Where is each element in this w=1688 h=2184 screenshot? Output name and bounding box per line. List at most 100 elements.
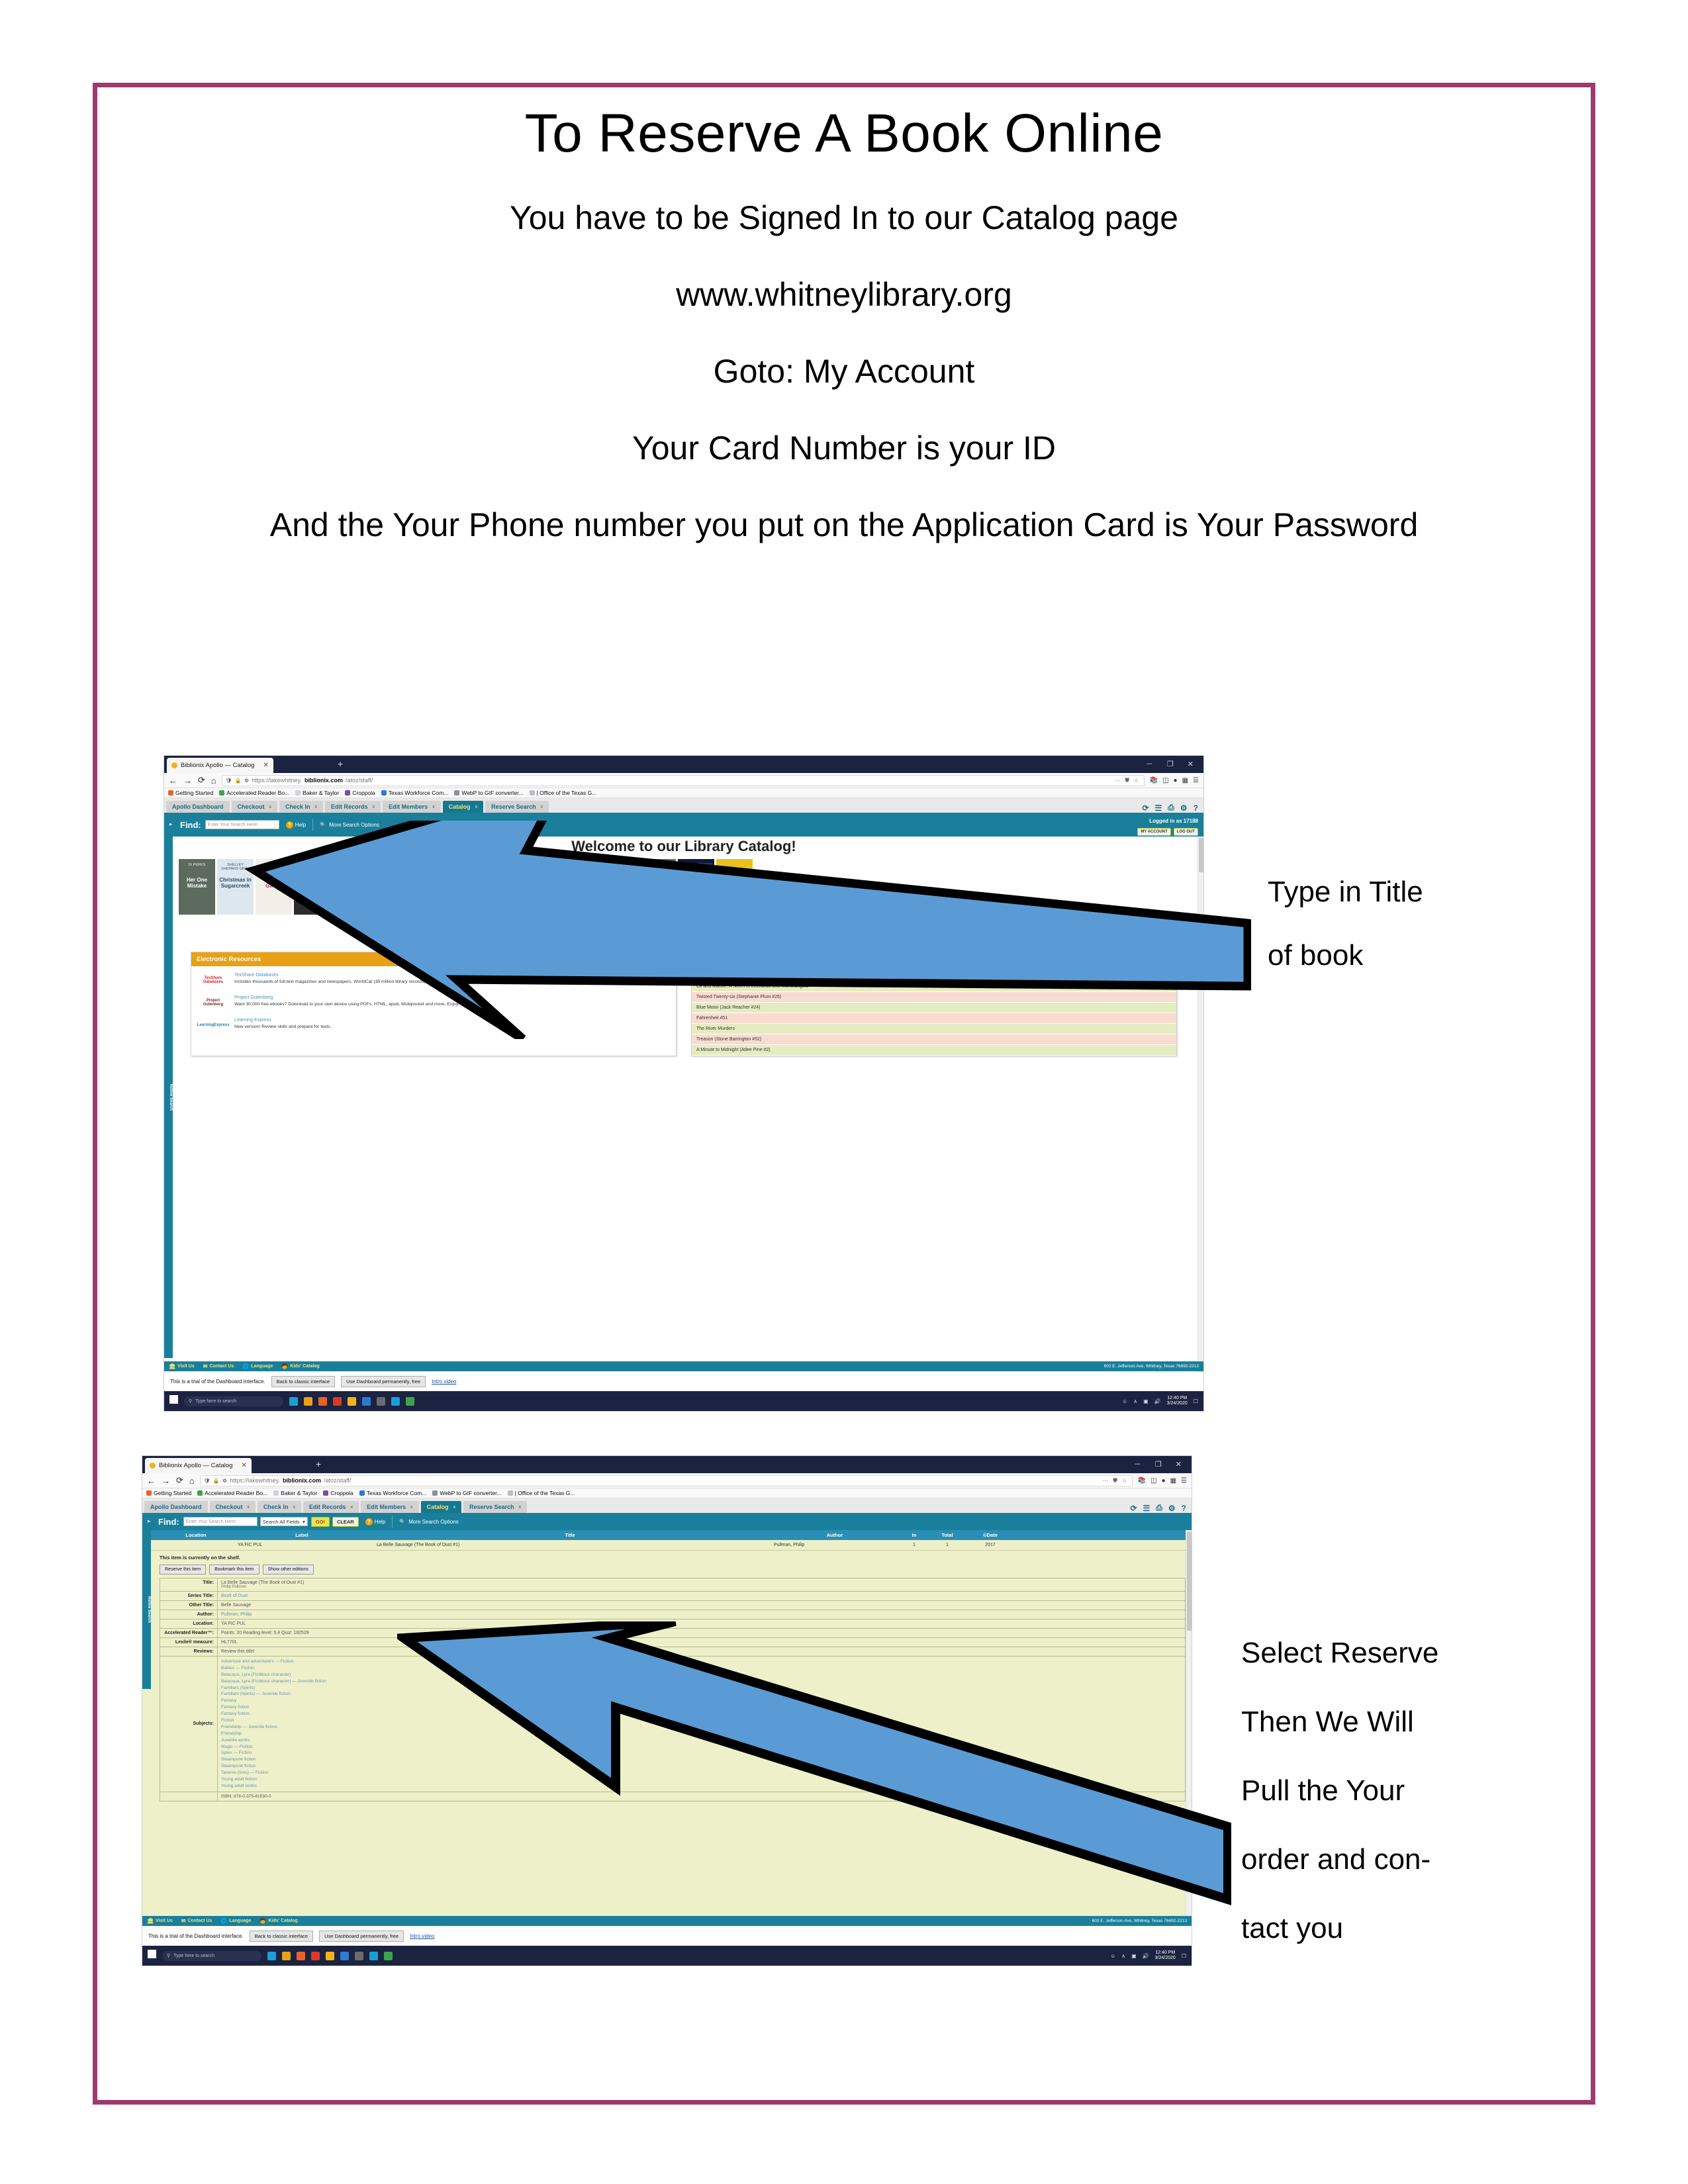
- bookmark-item[interactable]: Croppola: [323, 1490, 353, 1496]
- help-link-2[interactable]: ? Help: [365, 1518, 385, 1525]
- taskbar-search[interactable]: ⚲ Type here to search: [162, 1950, 261, 1961]
- taskbar-app-icon[interactable]: [362, 1396, 371, 1406]
- printer-icon[interactable]: ⎙: [1168, 803, 1174, 813]
- taskbar-app-icon[interactable]: [377, 1396, 385, 1406]
- bookmark-item[interactable]: Baker & Taylor: [273, 1490, 317, 1496]
- column-header[interactable]: Location: [160, 1532, 232, 1538]
- record-action-buttons[interactable]: Reserve this item Bookmark this item Show …: [142, 1565, 1192, 1578]
- url-actions-2[interactable]: ⋯ ⛊ ☆: [1103, 1477, 1129, 1484]
- forward-icon[interactable]: →: [162, 1476, 170, 1486]
- bookmark-item[interactable]: Accelerated Reader Bo...: [219, 790, 289, 796]
- app-tab-edit-records[interactable]: Edit Records x: [325, 801, 381, 813]
- whats-hot-item[interactable]: Fahrenheit 451: [692, 1013, 1176, 1024]
- forward-icon[interactable]: →: [183, 776, 192, 786]
- bookmark-item[interactable]: WebP to GIF converter...: [454, 790, 524, 796]
- menu-icon[interactable]: ☰: [1181, 1477, 1187, 1484]
- column-header[interactable]: Label: [232, 1532, 371, 1538]
- clear-button[interactable]: CLEAR: [332, 1516, 359, 1527]
- refine-search-sidebar-2[interactable]: Refine Search: [142, 1530, 151, 1689]
- home-icon[interactable]: ⌂: [211, 776, 216, 786]
- sidebar-icon[interactable]: ◫: [1150, 1477, 1156, 1484]
- network-icon[interactable]: ▣: [1131, 1953, 1137, 1959]
- app-tab-checkout[interactable]: Checkout x: [231, 801, 278, 813]
- back-to-classic-button-2[interactable]: Back to classic interface: [249, 1931, 314, 1942]
- record-subjects-list[interactable]: Adventure and adventurers — Fiction. Babi…: [217, 1657, 1185, 1792]
- bookmark-item[interactable]: Texas Workforce Com...: [381, 790, 448, 796]
- bookmark-item[interactable]: Getting Started: [146, 1490, 191, 1496]
- taskbar-clock[interactable]: 12:40 PM 3/24/2020: [1155, 1950, 1176, 1961]
- subject-link[interactable]: Young adult fiction: [221, 1776, 1185, 1783]
- book-cover[interactable]: THE VEC: [716, 859, 753, 915]
- app-tab-edit-members[interactable]: Edit Members x: [361, 1501, 419, 1513]
- book-cover[interactable]: ELIZABETH GILBERT CITY OF GIRLS: [256, 859, 292, 915]
- taskbar-app-icon[interactable]: [297, 1951, 305, 1960]
- refine-search-tab-2[interactable]: ▶: [142, 1513, 151, 1530]
- gear-icon[interactable]: ⚙: [1168, 1504, 1176, 1513]
- start-button[interactable]: [148, 1950, 156, 1962]
- intro-video-link-2[interactable]: Intro video: [410, 1933, 434, 1939]
- app-tab-edit-records[interactable]: Edit Records x: [303, 1501, 359, 1513]
- book-cover[interactable]: DI PERKS Her One Mistake: [179, 859, 215, 915]
- close-icon[interactable]: x: [293, 1505, 296, 1510]
- book-cover[interactable]: Rushing Waters: [639, 859, 676, 915]
- footer-link-language[interactable]: 🌐 Language: [242, 1363, 273, 1369]
- app-tab-reserve-search[interactable]: Reserve Search x: [463, 1501, 528, 1513]
- bookmark-item[interactable]: WebP to GIF converter...: [432, 1490, 502, 1496]
- whitneylibrary-link[interactable]: whitneylibrary.org: [686, 931, 732, 938]
- subject-link[interactable]: Friendship: [221, 1731, 1185, 1737]
- library-icon[interactable]: 📚: [1138, 1477, 1146, 1484]
- volume-icon[interactable]: 🔊: [1143, 1953, 1149, 1959]
- taskbar-clock[interactable]: 12:40 PM 3/24/2020: [1167, 1396, 1188, 1406]
- library-icon[interactable]: 📚: [1150, 777, 1158, 784]
- account-icon[interactable]: ●: [1162, 1477, 1166, 1484]
- home-icon[interactable]: ⌂: [189, 1476, 195, 1486]
- subject-link[interactable]: Young adult works: [221, 1783, 1185, 1790]
- reserve-this-item-button[interactable]: Reserve this item: [160, 1565, 207, 1574]
- taskbar-app-icon[interactable]: [406, 1396, 414, 1406]
- window-controls[interactable]: － ❐ ✕: [1146, 758, 1199, 769]
- sync-icon[interactable]: ⟳: [1130, 1504, 1137, 1513]
- taskbar-app-icon[interactable]: [311, 1951, 320, 1960]
- whats-hot-item[interactable]: A Minute to Midnight (Atlee Pine #2): [692, 1045, 1176, 1056]
- bookmark-item[interactable]: | Office of the Texas G...: [507, 1490, 575, 1496]
- reload-icon[interactable]: ⟳: [198, 775, 205, 786]
- search-input-2[interactable]: Enter Your Search Here!: [183, 1517, 258, 1526]
- bookmark-item[interactable]: | Office of the Texas G...: [529, 790, 596, 796]
- whats-hot-item[interactable]: Blue Moon (Jack Reacher #24): [692, 1003, 1176, 1013]
- help-icon[interactable]: ?: [1182, 1504, 1186, 1513]
- taskbar-app-icon[interactable]: [326, 1951, 334, 1960]
- browser-tab-2[interactable]: Biblionix Apollo — Catalog ✕: [145, 1458, 252, 1473]
- book-cover[interactable]: DONNA EVERHART The Education of Dixie Dup…: [447, 859, 484, 915]
- footer-link-contact-us[interactable]: ✉ Contact Us: [181, 1918, 212, 1924]
- column-header[interactable]: Total: [927, 1532, 967, 1538]
- chevron-up-icon[interactable]: ∧: [1121, 1953, 1125, 1959]
- whats-hot-tab-most-popular[interactable]: Most Popular: [696, 969, 737, 981]
- book-cover[interactable]: TROUBLE SHOOTER: [601, 859, 637, 915]
- subject-link[interactable]: Babies — Fiction.: [221, 1665, 1185, 1672]
- resource-link[interactable]: Learning Express: [234, 1017, 332, 1023]
- book-cover[interactable]: JAMES R. HANNIBAL SHADOW CATCHER: [294, 859, 330, 915]
- whats-hot-list[interactable]: Oil and Marble: A Novel of Leonardo and …: [692, 981, 1176, 1056]
- whats-hot-item[interactable]: Twisted Twenty-six (Stephanie Plum #26): [692, 992, 1176, 1003]
- sidebar-icon[interactable]: ◫: [1162, 777, 1168, 784]
- url-bar[interactable]: 🛡 🔒 ⚙ https://lakewhitney. biblionix.com…: [221, 774, 1145, 786]
- column-header[interactable]: In: [901, 1532, 927, 1538]
- book-cover[interactable]: PHILIP PULLMAN THE BOOK OF DUST: [409, 859, 445, 915]
- back-icon[interactable]: ←: [169, 776, 177, 786]
- book-cover[interactable]: SHELLEY SHEPARD GRAY Christmas in Sugarcr…: [217, 859, 254, 915]
- app-tab-checkout[interactable]: Checkout x: [209, 1501, 256, 1513]
- account-icon[interactable]: ●: [1174, 777, 1178, 784]
- extensions-icon[interactable]: ▦: [1182, 777, 1188, 784]
- list-icon[interactable]: ☰: [1155, 803, 1162, 813]
- whats-hot-tab-what-s-new[interactable]: What's New: [738, 969, 775, 981]
- subject-link[interactable]: Fiction: [221, 1717, 1185, 1724]
- footer-link-contact-us[interactable]: ✉ Contact Us: [203, 1363, 234, 1369]
- app-tab-check-in[interactable]: Check In x: [279, 801, 324, 813]
- book-cover[interactable]: SARAH HAYWOOD The Cactus: [524, 859, 561, 915]
- bookmark-item[interactable]: Croppola: [345, 790, 375, 796]
- close-icon[interactable]: x: [373, 805, 375, 809]
- app-tab-catalog[interactable]: Catalog x: [442, 801, 484, 813]
- browser-toolbar-icons-2[interactable]: 📚 ◫ ● ▦ ☰: [1138, 1477, 1187, 1484]
- book-cover[interactable]: SUSAN M. LOVE, MD DR. SUSAN LOVE'S BREAST…: [486, 859, 522, 915]
- taskbar-search[interactable]: ⚲ Type here to search: [184, 1396, 283, 1406]
